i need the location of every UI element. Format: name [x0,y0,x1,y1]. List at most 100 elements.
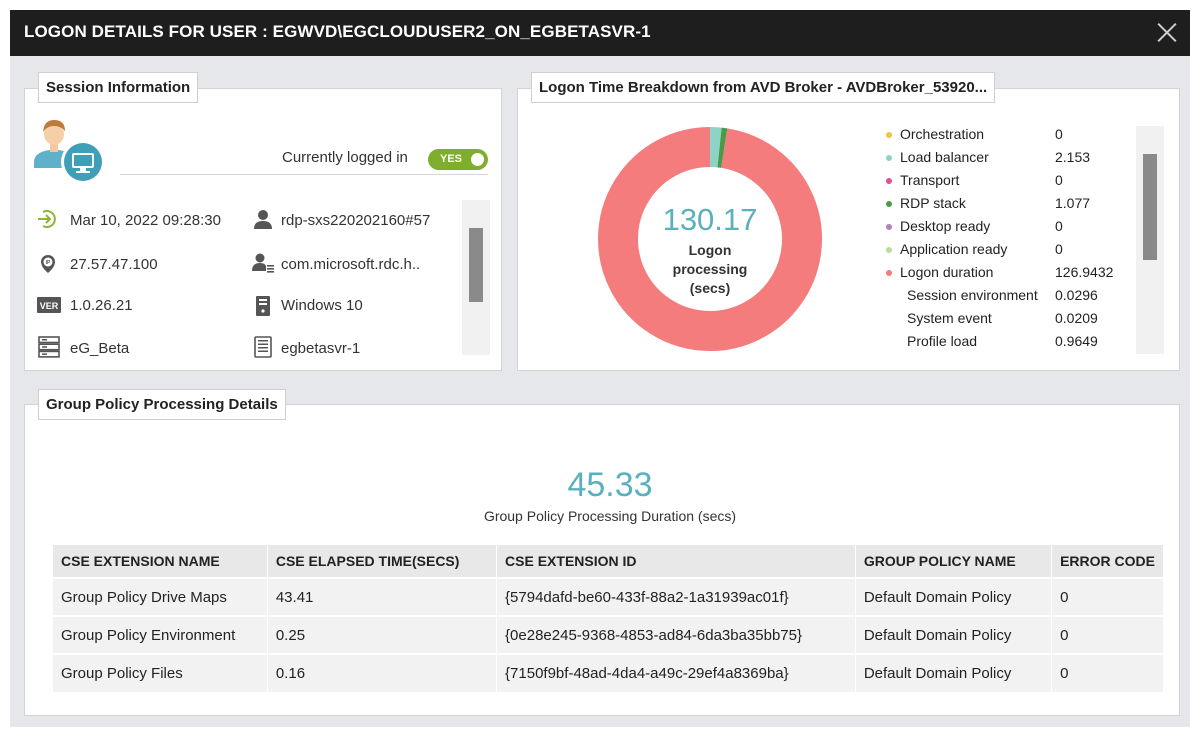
client-name: com.microsoft.rdc.h.. [281,256,421,273]
session-separator [120,174,488,175]
col-error-code[interactable]: ERROR CODE [1051,545,1164,578]
legend-scroll-thumb[interactable] [1143,154,1157,260]
logon-time: Mar 10, 2022 09:28:30 [70,212,221,229]
col-policy-name[interactable]: GROUP POLICY NAME [855,545,1053,578]
legend-dot [886,224,892,230]
pc-tower-icon [256,296,270,316]
cell-error-code: 0 [1051,577,1164,616]
cell-extension-name: Group Policy Files [53,653,268,692]
logged-in-label: Currently logged in [282,149,408,166]
legend-scrollbar[interactable] [1136,126,1164,354]
legend-value: 0 [1055,241,1063,257]
table-row[interactable]: Group Policy Drive Maps 43.41 {5794dafd-… [53,577,1164,616]
donut-label-line2: processing [672,261,748,277]
cse-table: CSE EXTENSION NAME CSE ELAPSED TIME(SECS… [53,545,1164,692]
legend-name: Transport [900,172,960,188]
donut-total: 130.17 [662,202,758,237]
legend-item[interactable]: RDP stack 1.077 [886,194,1126,214]
legend-dot [886,178,892,184]
cell-elapsed-time: 43.41 [267,577,498,616]
user-list-icon [252,253,274,273]
legend-name: Orchestration [900,126,985,142]
toggle-value: YES [440,153,463,165]
cse-header-row: CSE EXTENSION NAME CSE ELAPSED TIME(SECS… [53,545,1164,578]
donut-slice-logon-duration[interactable] [598,127,822,351]
legend-item[interactable]: Profile load 0.9649 [886,332,1126,352]
legend-item[interactable]: Application ready 0 [886,240,1126,260]
gp-duration-label: Group Policy Processing Duration (secs) [483,508,737,524]
dialog-title: LOGON DETAILS FOR USER : EGWVD\EGCLOUDUS… [24,22,651,41]
legend-dot [886,270,892,276]
legend-name: Application ready [900,241,1008,257]
session-scrollbar[interactable] [462,200,490,355]
user-desktop-icon [34,120,105,184]
legend-value: 1.077 [1055,195,1091,211]
legend-value: 126.9432 [1055,264,1114,280]
legend-dot [886,247,892,253]
cell-extension-id: {5794dafd-be60-433f-88a2-1a31939ac01f} [496,577,856,616]
table-row[interactable]: Group Policy Files 0.16 {7150f9bf-48ad-4… [53,653,1164,692]
toggle-knob [471,153,484,166]
col-extension-id[interactable]: CSE EXTENSION ID [496,545,856,578]
legend-value: 0.0209 [1055,310,1098,326]
legend-item[interactable]: Transport 0 [886,171,1126,191]
legend-value: 0.9649 [1055,333,1098,349]
user-icon [254,210,272,229]
donut-slice-rdp-stack[interactable] [717,127,728,168]
cell-policy-name: Default Domain Policy [855,577,1053,616]
legend-item[interactable]: Desktop ready 0 [886,217,1126,237]
cell-elapsed-time: 0.25 [267,615,498,654]
server-group: eG_Beta [70,340,130,357]
os-name: Windows 10 [281,297,363,314]
ver-badge-icon: VER [37,297,61,313]
donut-center-label: Logon processing (secs) [650,241,770,298]
ip-pin-icon: IP [41,255,55,273]
breakdown-label: Logon Time Breakdown from AVD Broker - A… [531,72,996,103]
legend-item[interactable]: System event 0.0209 [886,309,1126,329]
legend-name: Load balancer [900,149,989,165]
session-name: rdp-sxs220202160#57 [281,212,431,229]
cell-extension-name: Group Policy Environment [53,615,268,654]
legend-item[interactable]: Logon duration 126.9432 [886,263,1126,283]
version: 1.0.26.21 [70,297,133,314]
legend-name: RDP stack [900,195,966,211]
legend-name: Logon duration [900,264,994,280]
legend-value: 0 [1055,218,1063,234]
gp-duration: 45.33 [567,466,653,504]
cell-policy-name: Default Domain Policy [855,615,1053,654]
table-row[interactable]: Group Policy Environment 0.25 {0e28e245-… [53,615,1164,654]
close-icon[interactable] [1154,19,1180,45]
legend-value: 0 [1055,126,1063,142]
session-info-label: Session Information [38,72,199,103]
legend-name: Profile load [907,333,978,349]
legend-value: 2.153 [1055,149,1091,165]
cell-extension-name: Group Policy Drive Maps [53,577,268,616]
logged-in-toggle[interactable]: YES [428,149,488,170]
session-scroll-thumb[interactable] [469,228,483,302]
cell-extension-id: {0e28e245-9368-4853-ad84-6da3ba35bb75} [496,615,856,654]
server-stack-icon [38,336,60,358]
cell-error-code: 0 [1051,615,1164,654]
col-elapsed-time[interactable]: CSE ELAPSED TIME(SECS) [267,545,498,578]
legend-item[interactable]: Load balancer 2.153 [886,148,1126,168]
legend-name: Session environment [907,287,1038,303]
legend-item[interactable]: Orchestration 0 [886,125,1126,145]
login-arrow-icon [38,210,56,228]
server-icon [254,336,272,358]
col-extension-name[interactable]: CSE EXTENSION NAME [53,545,268,578]
legend-item[interactable]: Session environment 0.0296 [886,286,1126,306]
donut-label-line3: (secs) [689,280,731,296]
legend-name: System event [907,310,992,326]
group-policy-label: Group Policy Processing Details [38,389,286,420]
cell-policy-name: Default Domain Policy [855,653,1053,692]
svg-text:IP: IP [46,260,51,266]
cell-error-code: 0 [1051,653,1164,692]
host-name: egbetasvr-1 [281,340,361,357]
logon-donut-chart [598,127,822,351]
svg-text:VER: VER [40,301,59,311]
dialog-titlebar: LOGON DETAILS FOR USER : EGWVD\EGCLOUDUS… [10,10,1190,56]
legend-name: Desktop ready [900,218,991,234]
legend-value: 0 [1055,172,1063,188]
legend-dot [886,132,892,138]
legend-dot [886,155,892,161]
